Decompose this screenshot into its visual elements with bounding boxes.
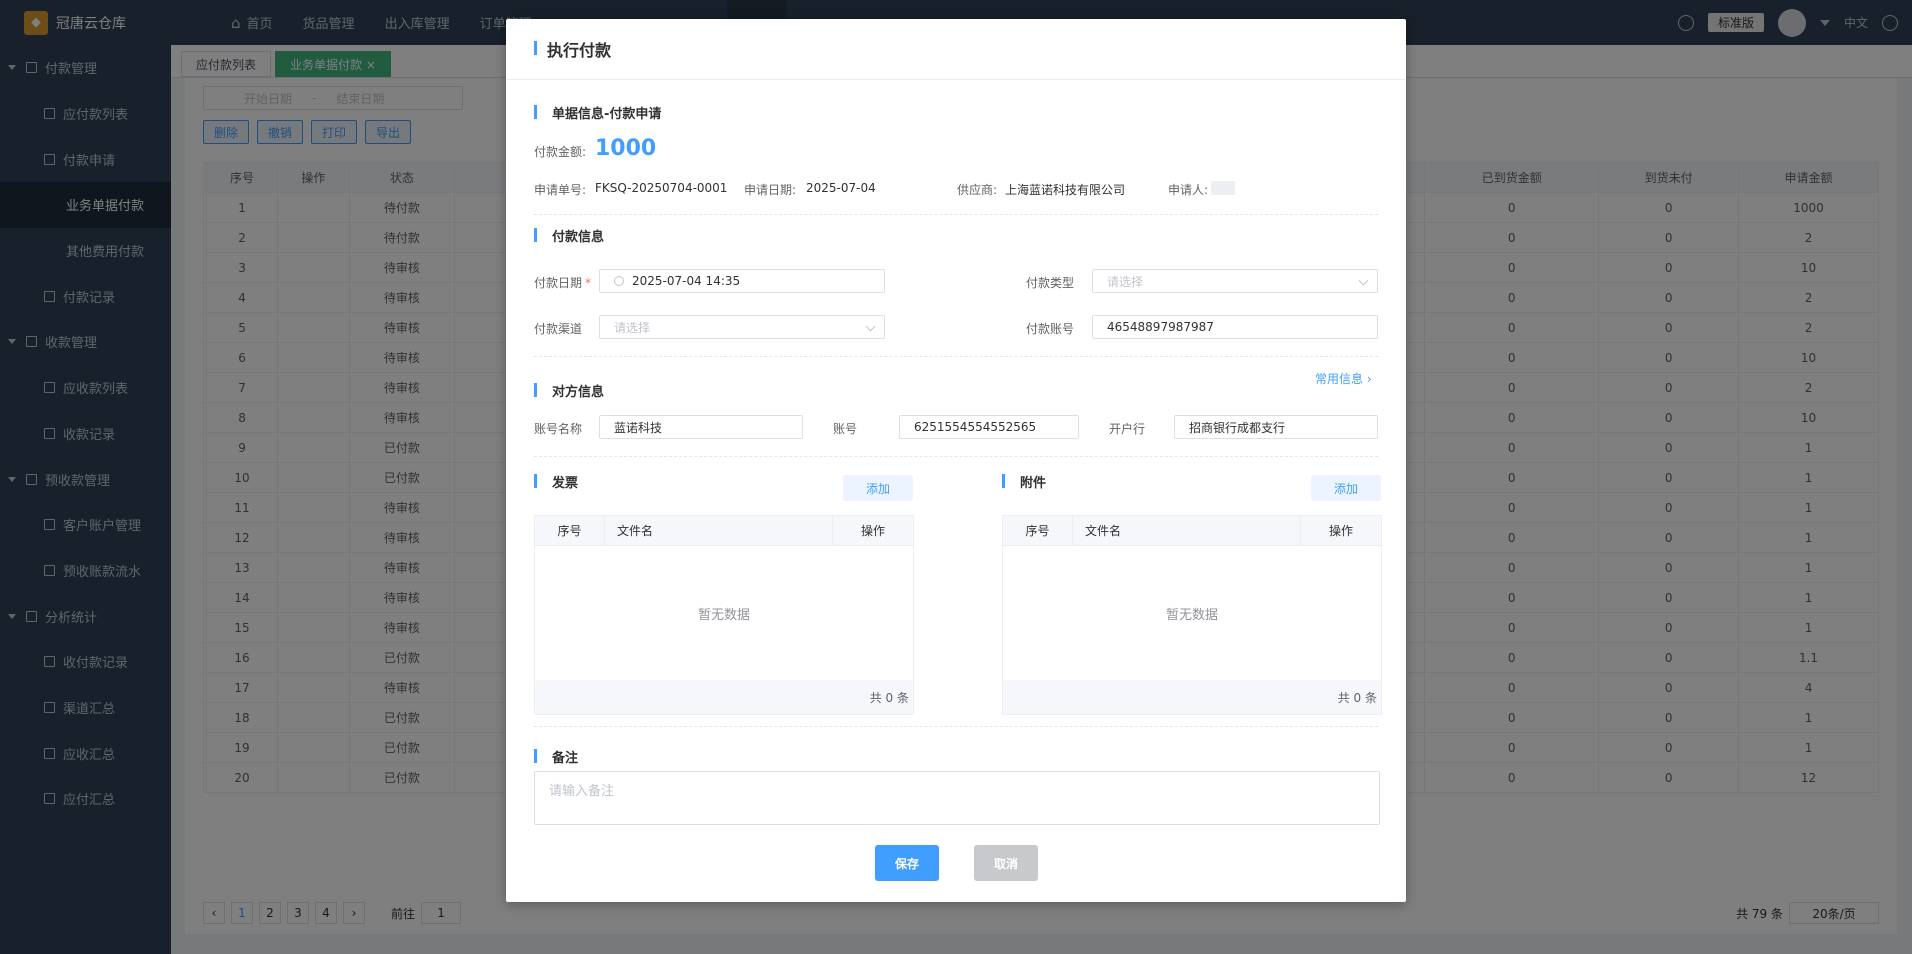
- invoice-col-op: 操作: [860, 524, 885, 538]
- amount-value: 1000: [595, 136, 657, 161]
- clock-icon: [614, 276, 624, 286]
- apply-date: 2025-07-04: [806, 181, 876, 195]
- attach-empty: 暂无数据: [1165, 607, 1218, 623]
- bank-value: 招商银行成都支行: [1189, 420, 1286, 435]
- apply-date-label: 申请日期:: [744, 183, 797, 197]
- invoice-col-no: 序号: [535, 516, 605, 545]
- common-info-link[interactable]: 常用信息 ›: [1315, 370, 1372, 387]
- acc-no-label: 账号: [833, 422, 858, 436]
- chevron-down-icon: [865, 321, 876, 332]
- chevron-down-icon: [1358, 275, 1369, 286]
- account-label: 付款账号: [1026, 322, 1075, 336]
- pay-date-value: 2025-07-04 14:35: [632, 274, 741, 288]
- channel-label: 付款渠道: [534, 322, 583, 336]
- save-button[interactable]: 保存: [875, 845, 939, 881]
- add-invoice-button[interactable]: 添加: [843, 475, 913, 501]
- doc-info-section: 单据信息-付款申请: [534, 102, 1378, 122]
- invoice-count: 共 0 条: [535, 680, 913, 714]
- pay-date-picker[interactable]: 2025-07-04 14:35: [599, 269, 885, 293]
- acc-name-input[interactable]: 蓝诺科技: [599, 415, 803, 439]
- apply-no: FKSQ-20250704-0001: [595, 181, 728, 195]
- attach-col-no: 序号: [1003, 516, 1073, 545]
- applicant-avatar: [1211, 181, 1235, 195]
- supplier: 上海蓝诺科技有限公司: [1005, 183, 1126, 197]
- attachment-table: 序号 文件名 操作 暂无数据 共 0 条: [1002, 515, 1382, 715]
- acc-no-input[interactable]: 6251554554552565: [899, 415, 1079, 439]
- channel-placeholder: 请选择: [614, 320, 651, 335]
- acc-name-label: 账号名称: [534, 422, 583, 436]
- pay-date-label: 付款日期 *: [534, 276, 592, 290]
- dialog-header: 执行付款: [506, 19, 1406, 80]
- acc-name-value: 蓝诺科技: [614, 420, 663, 435]
- pay-info-section: 付款信息: [534, 225, 1378, 245]
- party-info-section: 对方信息: [534, 380, 1378, 400]
- pay-section-title: 付款信息: [552, 229, 605, 245]
- invoice-empty: 暂无数据: [697, 607, 750, 623]
- doc-section-title: 单据信息-付款申请: [552, 106, 662, 122]
- invoice-col-file: 文件名: [605, 516, 833, 545]
- invoice-section-title: 发票: [552, 475, 579, 491]
- attach-count: 共 0 条: [1003, 680, 1381, 714]
- cancel-button[interactable]: 取消: [974, 845, 1038, 881]
- pay-type-select[interactable]: 请选择: [1092, 269, 1378, 293]
- apply-no-label: 申请单号:: [534, 183, 587, 197]
- dialog-title: 执行付款: [547, 41, 612, 60]
- channel-select[interactable]: 请选择: [599, 315, 885, 339]
- attach-section-title: 附件: [1020, 475, 1047, 491]
- account-value: 46548897987987: [1107, 320, 1214, 334]
- remark-textarea[interactable]: 请输入备注: [534, 771, 1380, 825]
- pay-type-label: 付款类型: [1026, 276, 1075, 290]
- amount-label: 付款金额:: [534, 145, 587, 159]
- invoice-table: 序号 文件名 操作 暂无数据 共 0 条: [534, 515, 914, 715]
- bank-input[interactable]: 招商银行成都支行: [1174, 415, 1378, 439]
- attach-col-file: 文件名: [1073, 516, 1301, 545]
- applicant-label: 申请人:: [1168, 183, 1209, 197]
- pay-type-placeholder: 请选择: [1107, 274, 1144, 289]
- account-input[interactable]: 46548897987987: [1092, 315, 1378, 339]
- supplier-label: 供应商:: [957, 183, 998, 197]
- remark-section-title: 备注: [552, 750, 579, 766]
- remark-section: 备注: [534, 746, 1378, 766]
- attach-col-op: 操作: [1328, 524, 1353, 538]
- execute-payment-dialog: 执行付款 单据信息-付款申请 付款金额: 1000 申请单号: FKSQ-202…: [506, 19, 1406, 902]
- bank-label: 开户行: [1109, 422, 1146, 436]
- add-attachment-button[interactable]: 添加: [1311, 475, 1381, 501]
- acc-no-value: 6251554554552565: [914, 420, 1037, 434]
- party-section-title: 对方信息: [552, 384, 605, 400]
